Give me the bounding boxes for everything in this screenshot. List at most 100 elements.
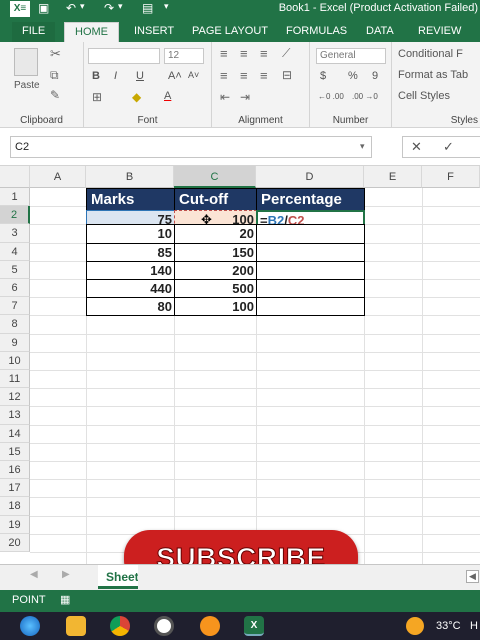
row-header[interactable]: 2 (0, 206, 30, 225)
font-size-dropdown[interactable]: 12 (164, 48, 204, 64)
save-icon[interactable]: ▣ (38, 1, 49, 15)
row-header[interactable]: 17 (0, 479, 30, 498)
row-header[interactable]: 10 (0, 351, 30, 370)
macro-record-icon[interactable]: ▦ (60, 593, 70, 606)
cell-cutoff[interactable]: 150 (174, 242, 257, 262)
cell-marks[interactable]: 140 (86, 260, 175, 280)
tab-formulas[interactable]: FORMULAS (286, 22, 347, 42)
row-header[interactable]: 3 (0, 224, 30, 243)
column-header-c[interactable]: C (174, 166, 256, 188)
header-cell-marks[interactable]: Marks (86, 188, 175, 211)
cell-percentage[interactable] (256, 260, 365, 280)
conditional-formatting-button[interactable]: Conditional F (398, 48, 463, 60)
underline-button[interactable]: U (136, 70, 144, 82)
column-header-e[interactable]: E (364, 166, 422, 188)
tab-data[interactable]: DATA (366, 22, 394, 42)
undo-icon[interactable]: ↶ (66, 1, 76, 15)
currency-button[interactable]: $ (320, 70, 326, 82)
cell-cutoff[interactable]: 100 (174, 297, 257, 317)
number-format-dropdown[interactable]: General (316, 48, 386, 64)
shrink-font-button[interactable]: A˅ (188, 70, 199, 80)
merge-center-icon[interactable]: ⊟ (282, 68, 292, 82)
row-header[interactable]: 12 (0, 388, 30, 407)
align-bottom-icon[interactable]: ≡ (260, 46, 268, 61)
cell-cutoff[interactable]: 200 (174, 260, 257, 280)
row-header[interactable]: 13 (0, 406, 30, 425)
file-explorer-icon[interactable] (66, 616, 86, 636)
copy-icon[interactable]: ⧉ (50, 68, 59, 83)
font-name-dropdown[interactable] (88, 48, 160, 64)
redo-dropdown-icon[interactable]: ▾ (118, 1, 123, 12)
row-header[interactable]: 7 (0, 297, 30, 316)
name-box-dropdown-icon[interactable]: ▾ (360, 141, 365, 152)
decrease-indent-icon[interactable]: ⇤ (220, 90, 230, 104)
align-left-icon[interactable]: ≡ (220, 68, 228, 83)
row-header[interactable]: 14 (0, 424, 30, 443)
redo-icon[interactable]: ↷ (104, 1, 114, 15)
align-right-icon[interactable]: ≡ (260, 68, 268, 83)
cell-percentage[interactable] (256, 242, 365, 262)
row-header[interactable]: 16 (0, 461, 30, 480)
whatsapp-icon[interactable] (154, 616, 174, 636)
cell-percentage[interactable] (256, 279, 365, 299)
row-header[interactable]: 1 (0, 188, 30, 207)
row-header[interactable]: 6 (0, 279, 30, 298)
cut-icon[interactable]: ✂ (50, 46, 61, 62)
row-header[interactable]: 20 (0, 533, 30, 552)
cell-marks[interactable]: 10 (86, 224, 175, 244)
column-header-f[interactable]: F (422, 166, 480, 188)
row-header[interactable]: 4 (0, 242, 30, 261)
grow-font-button[interactable]: A˄ (168, 70, 182, 82)
paste-icon[interactable] (14, 48, 38, 76)
weather-icon[interactable] (406, 617, 424, 635)
bold-button[interactable]: B (92, 70, 100, 82)
excel-taskbar-icon[interactable]: X (244, 616, 264, 636)
tab-review[interactable]: REVIEW (418, 22, 461, 42)
undo-dropdown-icon[interactable]: ▾ (80, 1, 85, 12)
cell-marks[interactable]: 440 (86, 279, 175, 299)
paste-button[interactable]: Paste (14, 80, 40, 91)
header-cell-percentage[interactable]: Percentage (256, 188, 365, 211)
name-box[interactable]: C2 (10, 136, 372, 158)
enter-icon[interactable]: ✓ (443, 139, 454, 155)
tab-insert[interactable]: INSERT (134, 22, 174, 42)
header-cell-cutoff[interactable]: Cut-off (174, 188, 257, 211)
cancel-icon[interactable]: ✕ (411, 139, 422, 155)
comma-button[interactable]: 9 (372, 70, 378, 82)
column-header-a[interactable]: A (30, 166, 86, 188)
cell-cutoff[interactable]: 500 (174, 279, 257, 299)
align-top-icon[interactable]: ≡ (220, 46, 228, 61)
decrease-decimal-button[interactable]: .00 →0 (352, 92, 378, 101)
row-header[interactable]: 8 (0, 315, 30, 334)
select-all-corner[interactable] (0, 166, 30, 188)
format-painter-icon[interactable]: ✎ (50, 88, 60, 102)
cell-percentage[interactable] (256, 224, 365, 244)
align-middle-icon[interactable]: ≡ (240, 46, 248, 61)
borders-icon[interactable]: ⊞ (92, 90, 102, 104)
align-center-icon[interactable]: ≡ (240, 68, 248, 83)
chrome-icon[interactable] (110, 616, 130, 636)
increase-decimal-button[interactable]: ←0 .00 (318, 92, 344, 101)
quick-access-dropdown-icon[interactable]: ▾ (164, 1, 169, 12)
next-sheet-icon[interactable]: ▶ (62, 569, 70, 580)
prev-sheet-icon[interactable]: ◀ (30, 569, 38, 580)
percent-button[interactable]: % (348, 70, 358, 82)
row-header[interactable]: 5 (0, 260, 30, 279)
column-header-b[interactable]: B (86, 166, 174, 188)
row-header[interactable]: 11 (0, 370, 30, 389)
cell-cutoff[interactable]: 20 (174, 224, 257, 244)
row-header[interactable]: 18 (0, 497, 30, 516)
column-header-d[interactable]: D (256, 166, 364, 188)
cell-marks[interactable]: 85 (86, 242, 175, 262)
row-header[interactable]: 9 (0, 333, 30, 352)
vlc-icon[interactable] (200, 616, 220, 636)
cell-percentage[interactable] (256, 297, 365, 317)
sheet-tab-sheet1[interactable]: Sheet1 (98, 565, 138, 589)
edge-icon[interactable] (20, 616, 40, 636)
orientation-icon[interactable]: ⟋ (282, 46, 290, 61)
scroll-left-icon[interactable]: ◀ (466, 570, 479, 583)
worksheet-grid[interactable]: A B C D E F 1 2 3 4 5 6 7 8 9 10 11 12 13 14 15 16 17 18 1… (0, 166, 480, 564)
row-header[interactable]: 19 (0, 515, 30, 534)
customize-quick-access-icon[interactable]: ▤ (142, 1, 153, 15)
tab-home[interactable]: HOME (64, 22, 119, 42)
